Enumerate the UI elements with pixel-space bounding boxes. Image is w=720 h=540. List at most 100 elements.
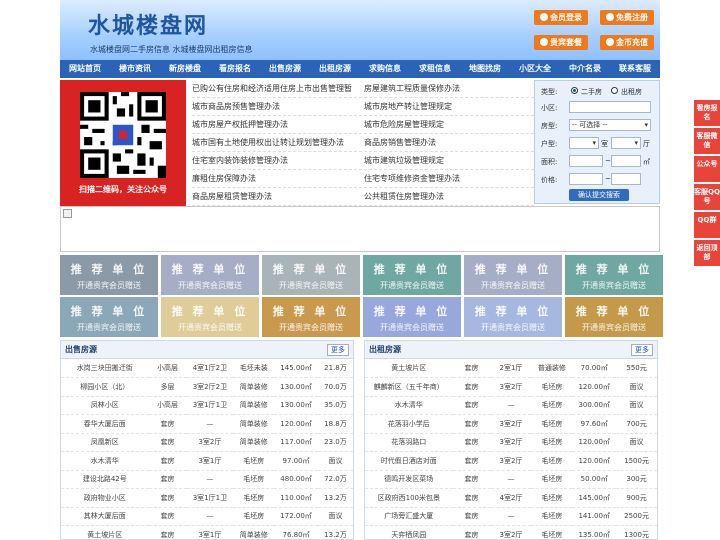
nav-communities[interactable]: 小区大全 (510, 60, 560, 78)
nav-new-homes[interactable]: 新房楼盘 (160, 60, 210, 78)
recommended-unit-ad[interactable]: 推 荐 单 位开通贵宾会员赠送 (464, 255, 562, 295)
table-row[interactable]: 水木清华 套房 — 毛坯房 300.00㎡ 面议 (365, 396, 657, 415)
table-row[interactable]: 区政府西100米包景 套房 4室2厅 毛坯房 145.00㎡ 900元 (365, 488, 657, 508)
policy-link[interactable]: 城市建筑垃圾管理规定 (364, 152, 534, 170)
price-min-input[interactable] (569, 173, 603, 185)
nav-viewing-signup[interactable]: 看房报名 (210, 60, 260, 78)
table-row[interactable]: 广场旁汇盛大厦 套房 — 毛坯房 141.00㎡ 2500元 (365, 507, 657, 526)
policy-link[interactable]: 已购公有住房和经济适用住房上市出售管理暂 (192, 80, 362, 98)
policy-link[interactable]: 城市国有土地使用权出让转让规划管理办法 (192, 134, 362, 152)
policy-link[interactable]: 城市房屋产权抵押管理办法 (192, 116, 362, 134)
hall-select[interactable]: ▾ (611, 137, 641, 149)
service-qq-float[interactable]: 客服QQ号 (694, 184, 720, 210)
policy-link[interactable]: 住宅室内装饰装修管理办法 (192, 152, 362, 170)
listing-community[interactable]: 水木清华 (365, 396, 453, 415)
community-input[interactable] (569, 101, 651, 113)
listing-community[interactable]: 建设北路42号 (61, 470, 149, 489)
listing-community[interactable]: 政府物业小区 (61, 488, 149, 508)
nav-for-rent[interactable]: 出租房源 (310, 60, 360, 78)
listing-community[interactable]: 区政府西100米包景 (365, 488, 453, 508)
more-link[interactable]: 更多 (631, 344, 653, 356)
listing-community[interactable]: 广场旁汇盛大厦 (365, 507, 453, 526)
recommended-unit-ad[interactable]: 推 荐 单 位开通贵宾会员赠送 (363, 255, 461, 295)
room-select[interactable]: ▾ (569, 137, 599, 149)
register-button[interactable]: 免费注册 (600, 10, 654, 25)
listing-community[interactable]: 花落羽小学后 (365, 414, 453, 434)
table-row[interactable]: 政府物业小区 套房 3室1厅1卫 毛坯房 110.00㎡ 13.2万 (61, 488, 353, 508)
listing-community[interactable]: 德鸣开发区菜场 (365, 470, 453, 489)
listing-community[interactable]: 黄土坡片区 (61, 525, 149, 540)
table-row[interactable]: 建设北路42号 套房 — 毛坯房 480.00㎡ 72.0万 (61, 470, 353, 489)
back-to-top-float[interactable]: 返回顶部 (694, 240, 720, 266)
site-title[interactable]: 水城楼盘网 (88, 8, 208, 40)
more-link[interactable]: 更多 (327, 344, 349, 356)
table-row[interactable]: 花落羽小学后 套房 3室2厅 毛坯房 97.60㎡ 700元 (365, 414, 657, 434)
viewing-signup-float[interactable]: 看房报名 (694, 100, 720, 126)
area-max-input[interactable] (611, 155, 641, 167)
recommended-unit-ad[interactable]: 推 荐 单 位开通贵宾会员赠送 (161, 297, 259, 337)
recommended-unit-ad[interactable]: 推 荐 单 位开通贵宾会员赠送 (565, 297, 663, 337)
policy-link[interactable]: 公共租赁住房管理办法 (364, 188, 534, 206)
table-row[interactable]: 水岗三块田搬迁街 小高层 4室1厅2卫 毛坯未装 145.00㎡ 21.8万 (61, 359, 353, 378)
qq-group-float[interactable]: QQ群 (694, 212, 720, 238)
listing-community[interactable]: 花落羽路口 (365, 433, 453, 452)
listing-community[interactable]: 春华大厦后面 (61, 414, 149, 434)
recommended-unit-ad[interactable]: 推 荐 单 位开通贵宾会员赠送 (60, 255, 158, 295)
banner-image[interactable] (60, 206, 660, 252)
policy-link[interactable]: 城市商品房预售管理办法 (192, 98, 362, 116)
table-row[interactable]: 麒麟新区（五千年商） 套房 3室2厅 毛坯房 120.00㎡ 面议 (365, 377, 657, 397)
table-row[interactable]: 水木清华 套房 3室1厅 毛坯房 97.00㎡ 面议 (61, 451, 353, 471)
nav-news[interactable]: 楼市资讯 (110, 60, 160, 78)
recommended-unit-ad[interactable]: 推 荐 单 位开通贵宾会员赠送 (464, 297, 562, 337)
policy-link[interactable]: 城市房地产转让管理规定 (364, 98, 534, 116)
policy-link[interactable]: 房屋建筑工程质量保修办法 (364, 80, 534, 98)
policy-link[interactable]: 廉租住房保障办法 (192, 170, 362, 188)
nav-agents[interactable]: 中介名录 (560, 60, 610, 78)
nav-home[interactable]: 网站首页 (60, 60, 110, 78)
policy-link[interactable]: 商品房屋租赁管理办法 (192, 188, 362, 206)
listing-community[interactable]: 柳园小区（北） (61, 377, 149, 397)
recommended-unit-ad[interactable]: 推 荐 单 位开通贵宾会员赠送 (161, 255, 259, 295)
price-max-input[interactable] (611, 173, 641, 185)
table-row[interactable]: 春华大厦后面 套房 — 简单装修 120.00㎡ 18.8万 (61, 414, 353, 434)
nav-wanted-rent[interactable]: 求租信息 (410, 60, 460, 78)
listing-community[interactable]: 麒麟新区（五千年商） (365, 377, 453, 397)
table-row[interactable]: 黄土坡片区 套房 3室1厅 简单装修 76.80㎡ 13.2万 (61, 525, 353, 540)
login-button[interactable]: 会员登录 (534, 10, 588, 25)
table-row[interactable]: 德鸣开发区菜场 套房 — 毛坯房 50.00㎡ 300元 (365, 470, 657, 489)
recommended-unit-ad[interactable]: 推 荐 单 位开通贵宾会员赠送 (565, 255, 663, 295)
table-row[interactable]: 凤林小区 小高层 3室1厅1卫 简单装修 130.00㎡ 35.0万 (61, 396, 353, 415)
recommended-unit-ad[interactable]: 推 荐 单 位开通贵宾会员赠送 (60, 297, 158, 337)
listing-community[interactable]: 天弈栖凤园 (365, 525, 453, 540)
table-row[interactable]: 柳园小区（北） 多层 3室2厅2卫 简单装修 130.00㎡ 70.0万 (61, 377, 353, 397)
table-row[interactable]: 时代假日酒店对面 套房 3室2厅 毛坯房 120.00㎡ 1500元 (365, 451, 657, 471)
recommended-unit-ad[interactable]: 推 荐 单 位开通贵宾会员赠送 (363, 297, 461, 337)
table-row[interactable]: 天弈栖凤园 套房 3室2厅 毛坯房 135.00㎡ 1300元 (365, 525, 657, 540)
coin-recharge-button[interactable]: 金币充值 (600, 35, 654, 50)
table-row[interactable]: 花落羽路口 套房 3室2厅 毛坯房 120.00㎡ 面议 (365, 433, 657, 452)
policy-link[interactable]: 商品房销售管理办法 (364, 134, 534, 152)
listing-community[interactable]: 水岗三块田搬迁街 (61, 359, 149, 378)
policy-link[interactable]: 住宅专项维修资金管理办法 (364, 170, 534, 188)
vip-package-button[interactable]: 贵宾套餐 (534, 35, 588, 50)
listing-community[interactable]: 时代假日酒店对面 (365, 451, 453, 471)
type-radio-rental[interactable] (611, 87, 618, 94)
official-account-float[interactable]: 公众号 (694, 156, 720, 182)
table-row[interactable]: 凤凰新区 套房 3室2厅 简单装修 117.00㎡ 23.0万 (61, 433, 353, 452)
table-row[interactable]: 其林大厦后面 套房 — 毛坯房 172.00㎡ 面议 (61, 507, 353, 526)
table-row[interactable]: 黄土坡片区 套房 2室1厅 普通装修 70.00㎡ 550元 (365, 359, 657, 378)
listing-community[interactable]: 水木清华 (61, 451, 149, 471)
listing-community[interactable]: 凤林小区 (61, 396, 149, 415)
nav-contact[interactable]: 联系客服 (610, 60, 660, 78)
listing-community[interactable]: 凤凰新区 (61, 433, 149, 452)
service-wechat-float[interactable]: 客服微信 (694, 128, 720, 154)
house-type-select[interactable]: -- 可选择 -- ▾ (569, 119, 651, 131)
recommended-unit-ad[interactable]: 推 荐 单 位开通贵宾会员赠送 (262, 255, 360, 295)
type-radio-secondhand[interactable] (571, 87, 578, 94)
nav-wanted-buy[interactable]: 求购信息 (360, 60, 410, 78)
policy-link[interactable]: 城市危险房屋管理规定 (364, 116, 534, 134)
search-submit-button[interactable]: 确认提交搜索 (569, 189, 629, 201)
nav-for-sale[interactable]: 出售房源 (260, 60, 310, 78)
listing-community[interactable]: 黄土坡片区 (365, 359, 453, 378)
listing-community[interactable]: 其林大厦后面 (61, 507, 149, 526)
